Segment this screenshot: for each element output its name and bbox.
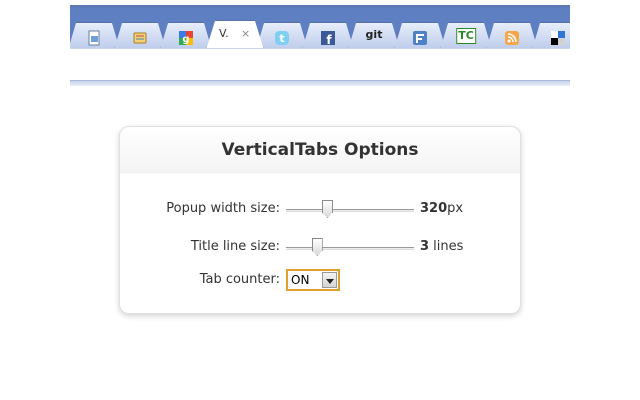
tab-friendfeed[interactable] bbox=[394, 22, 446, 48]
page-icon bbox=[88, 30, 100, 46]
tab-strip: g V. × t f git TC bbox=[70, 8, 570, 48]
svg-text:f: f bbox=[326, 33, 332, 46]
slider-track bbox=[286, 247, 414, 250]
title-lines-value: 3 lines bbox=[420, 239, 463, 254]
tab-git[interactable]: git bbox=[348, 22, 400, 48]
tab-counter-value: ON bbox=[291, 273, 310, 287]
active-tab-title: V. bbox=[219, 27, 229, 40]
title-lines-row: Title line size: 3 lines bbox=[120, 236, 520, 260]
browser-chrome: g V. × t f git TC bbox=[70, 0, 570, 88]
slider-track bbox=[286, 209, 414, 212]
tab-delicious[interactable] bbox=[532, 22, 570, 48]
tab-page[interactable] bbox=[70, 22, 120, 48]
svg-text:t: t bbox=[279, 32, 284, 45]
rss-icon bbox=[505, 31, 519, 45]
tab-counter-row: Tab counter: ON bbox=[120, 269, 520, 293]
slider-thumb[interactable] bbox=[321, 200, 333, 218]
options-header: VerticalTabs Options bbox=[120, 127, 520, 173]
google-icon: g bbox=[179, 31, 193, 45]
tab-facebook[interactable]: f bbox=[302, 22, 354, 48]
title-lines-number: 3 bbox=[420, 239, 430, 254]
tab-counter-label: Tab counter: bbox=[199, 272, 280, 287]
options-title: VerticalTabs Options bbox=[221, 140, 419, 160]
options-card: VerticalTabs Options Popup width size: 3… bbox=[119, 126, 521, 314]
tab-techcrunch[interactable]: TC bbox=[440, 22, 492, 48]
popup-width-label: Popup width size: bbox=[166, 201, 280, 216]
chevron-down-icon[interactable] bbox=[322, 272, 337, 288]
tab-twitter[interactable]: t bbox=[256, 22, 308, 48]
techcrunch-icon: TC bbox=[456, 28, 476, 44]
svg-text:g: g bbox=[182, 34, 189, 45]
browser-toolbar bbox=[70, 48, 570, 80]
tab-counter-select[interactable]: ON bbox=[286, 269, 340, 291]
twitter-icon: t bbox=[275, 31, 289, 45]
toolbar-bottom-border bbox=[70, 80, 570, 86]
git-icon: git bbox=[365, 28, 383, 41]
friendfeed-icon bbox=[413, 31, 427, 45]
tab-vertical-tabs-active[interactable]: V. × bbox=[206, 20, 264, 48]
close-tab-icon[interactable]: × bbox=[241, 27, 250, 40]
title-lines-unit: lines bbox=[429, 239, 464, 254]
slider-thumb[interactable] bbox=[311, 238, 323, 256]
delicious-icon bbox=[551, 31, 565, 45]
popup-width-row: Popup width size: 320px bbox=[120, 198, 520, 222]
window-top-bar bbox=[70, 0, 570, 8]
notebook-icon bbox=[133, 32, 147, 44]
popup-width-slider[interactable] bbox=[286, 200, 414, 220]
popup-width-unit: px bbox=[447, 201, 464, 216]
popup-width-value: 320px bbox=[420, 201, 463, 216]
popup-width-number: 320 bbox=[420, 201, 448, 216]
facebook-icon: f bbox=[321, 31, 335, 46]
tab-rss[interactable] bbox=[486, 22, 538, 48]
title-lines-label: Title line size: bbox=[190, 239, 280, 254]
title-lines-slider[interactable] bbox=[286, 238, 414, 258]
tab-notebook[interactable] bbox=[114, 22, 166, 48]
tab-google[interactable]: g bbox=[160, 22, 212, 48]
